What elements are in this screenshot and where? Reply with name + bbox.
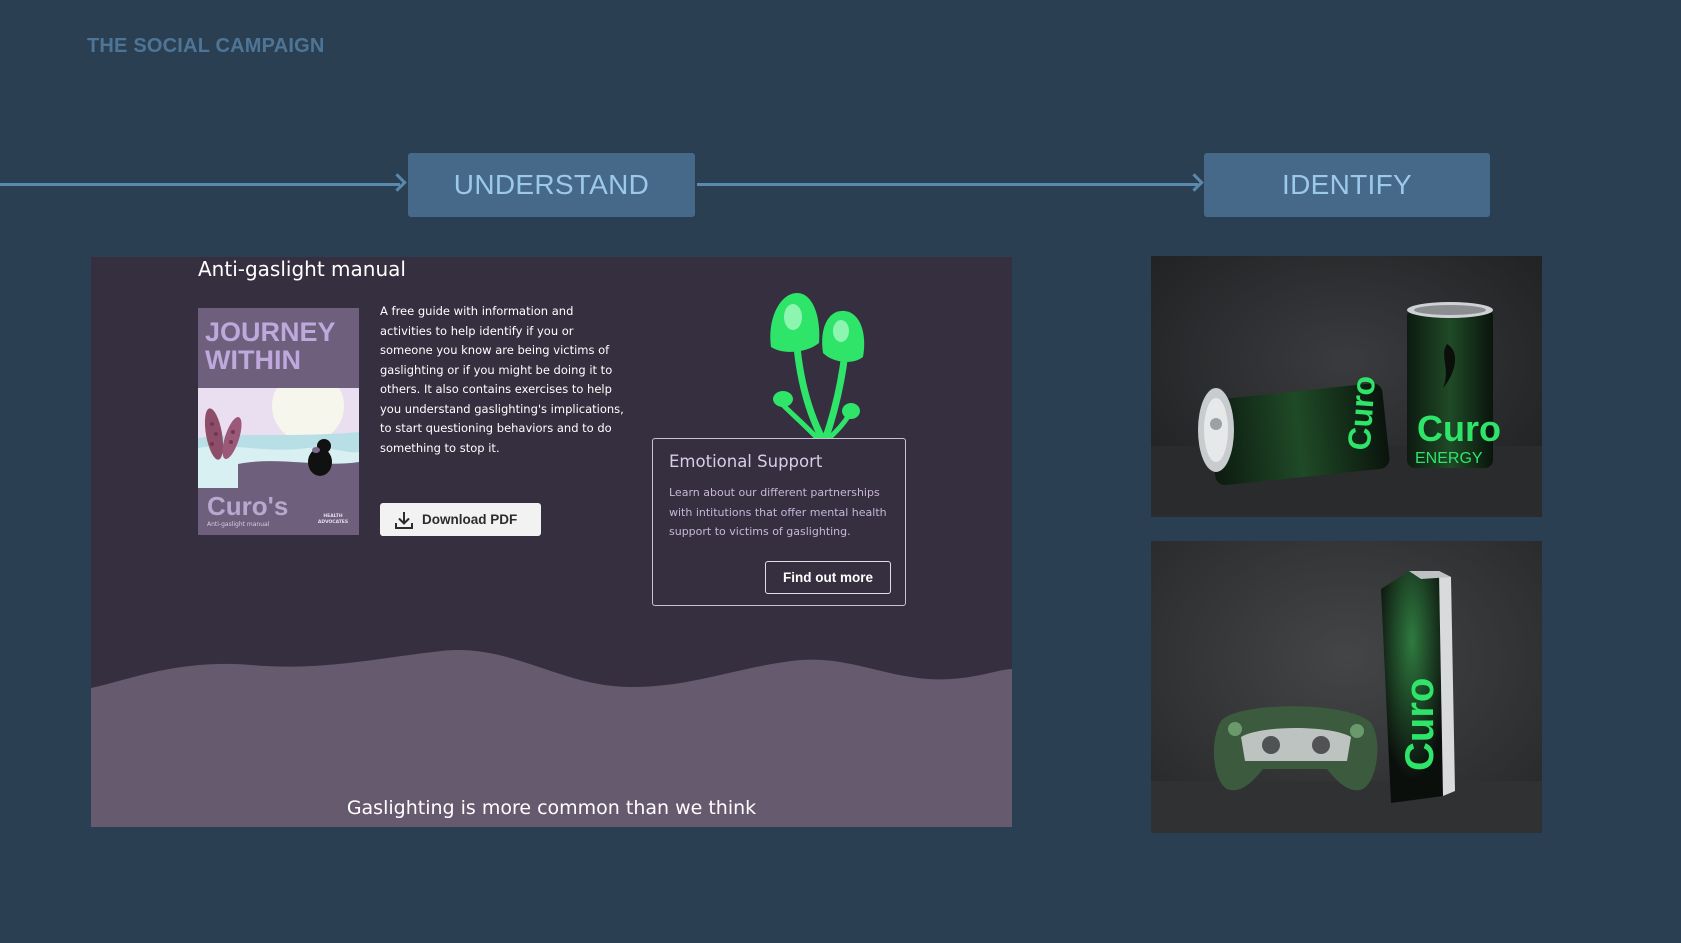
campaign-slide: THE SOCIAL CAMPAIGN UNDERSTAND IDENTIFY … [0,0,1681,943]
support-text: Learn about our different partnerships w… [669,486,887,538]
page-title: THE SOCIAL CAMPAIGN [87,35,325,57]
support-title: Emotional Support [669,452,823,471]
console-brand-text: Curo [1398,678,1442,771]
cover-brand-logo: Curo's [207,491,289,521]
flow-line-start [0,183,400,186]
manual-cover[interactable]: JOURNEY WITHIN Curo's Anti-gaslight manu… [198,308,359,535]
cover-subtitle: Anti-gaslight manual [207,521,270,528]
download-pdf-button[interactable]: Download PDF [380,503,541,536]
arrow-head-icon [1185,173,1204,192]
card-footer-text: Gaslighting is more common than we think [346,797,757,819]
flow-line-middle [697,183,1198,186]
can-brand-text: Curo [1417,408,1501,449]
download-pdf-label: Download PDF [422,512,518,527]
find-out-more-button[interactable]: Find out more [765,561,891,594]
console-illustration: Curo [1151,541,1542,833]
console-image: Curo [1151,541,1542,833]
energy-can-illustration: Curo ENERGY Curo [1151,256,1542,517]
mushroom-icon [770,293,865,442]
cover-badge: HEALTH ADVOCATES [317,514,349,525]
step-understand[interactable]: UNDERSTAND [408,153,695,217]
cover-illustration [198,388,359,488]
lying-can-brand-text: Curo [1341,375,1382,452]
step-identify[interactable]: IDENTIFY [1204,153,1490,217]
manual-card: Anti-gaslight manual JOURNEY WITHIN Curo… [91,257,1012,827]
can-sub-text: ENERGY [1415,450,1483,467]
manual-description: A free guide with information and activi… [380,304,624,455]
arrow-head-icon [388,173,407,192]
manual-title: Anti-gaslight manual [198,257,406,281]
emotional-support-panel: Emotional Support Learn about our differ… [652,438,906,606]
download-icon [395,511,413,529]
energy-can-image: Curo ENERGY Curo [1151,256,1542,517]
cover-title: JOURNEY WITHIN [205,317,336,375]
